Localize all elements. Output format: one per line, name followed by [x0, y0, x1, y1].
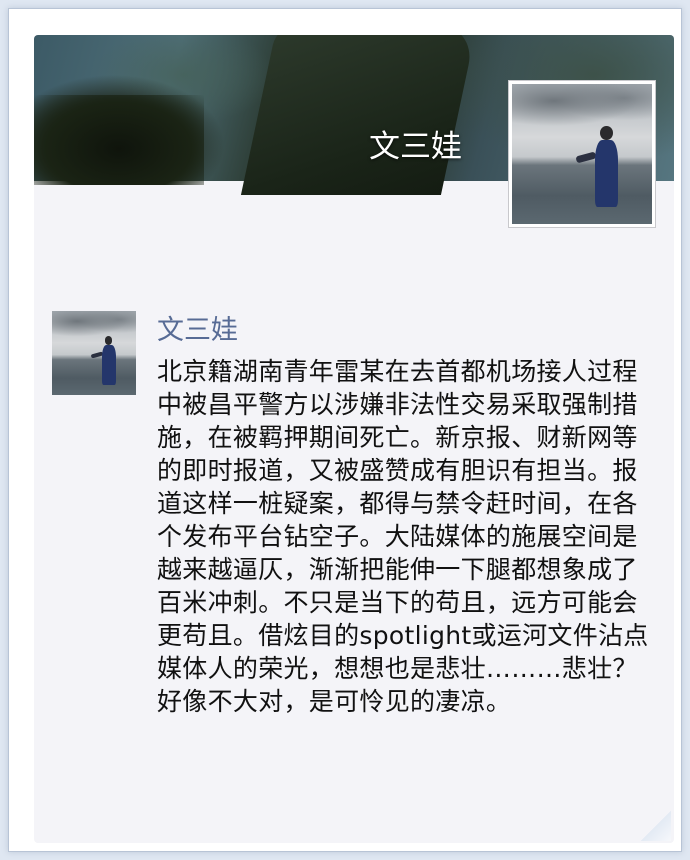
- profile-avatar-photo: [512, 84, 652, 224]
- avatar-person-head: [104, 336, 113, 345]
- cover-username: 文三娃: [369, 129, 462, 165]
- avatar-person-body: [594, 140, 619, 208]
- profile-avatar[interactable]: [508, 80, 656, 228]
- avatar-person-arm: [90, 351, 103, 359]
- avatar-sky: [52, 311, 136, 345]
- avatar-person-body: [101, 344, 116, 385]
- page-curl-decoration: [641, 811, 671, 841]
- avatar-person-head: [600, 126, 613, 140]
- post-author-avatar[interactable]: [52, 311, 136, 395]
- moments-card: 文三娃 文三娃 北京籍湖南青年雷某在去首都机场接人过程中被昌平警方以涉嫌非法性交: [34, 35, 674, 843]
- avatar-person-arm: [575, 151, 597, 164]
- avatar-sky: [512, 84, 652, 140]
- cover-rock: [240, 35, 478, 195]
- post-author-name[interactable]: 文三娃: [157, 311, 238, 351]
- cover-tree-silhouette: [34, 95, 204, 185]
- post-body-text: 北京籍湖南青年雷某在去首都机场接人过程中被昌平警方以涉嫌非法性交易采取强制措施，…: [157, 357, 649, 716]
- screenshot-frame: 文三娃 文三娃 北京籍湖南青年雷某在去首都机场接人过程中被昌平警方以涉嫌非法性交: [8, 8, 682, 852]
- post-author-avatar-photo: [52, 311, 136, 395]
